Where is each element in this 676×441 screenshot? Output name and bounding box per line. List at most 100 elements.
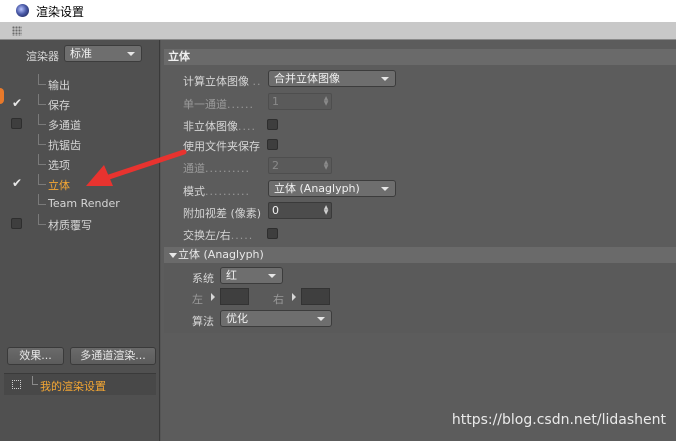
tree-branch-line: [38, 174, 46, 185]
tree-item-label: 保存: [48, 99, 70, 112]
renderer-value: 标准: [70, 47, 92, 60]
effects-button[interactable]: 效果...: [7, 347, 64, 365]
non-stereo-text: 非立体图像: [183, 120, 238, 133]
label-dots: ..........: [205, 185, 250, 198]
toolbar: [0, 22, 676, 40]
right-color-swatch[interactable]: [301, 288, 330, 305]
parallax-input[interactable]: 0 ▲ ▼: [268, 202, 332, 219]
sidebar: 渲染器 标准 输出 保存 多通道 抗锯齿 选项 立体: [0, 40, 160, 441]
render-preset-label: 我的渲染设置: [40, 380, 106, 393]
tree-item-label: 立体: [48, 179, 70, 192]
mode-label: 模式..........: [183, 183, 250, 199]
watermark: https://blog.csdn.net/lidashent: [451, 412, 666, 428]
tree-branch-line: [38, 114, 46, 125]
right-color-label: 右: [273, 293, 284, 306]
material-override-checkbox[interactable]: [11, 218, 22, 229]
non-stereo-checkbox[interactable]: [267, 119, 278, 130]
spinner-arrows-icon[interactable]: ▲ ▼: [323, 96, 329, 107]
calc-stereo-text: 计算立体图像: [183, 75, 249, 88]
tree-branch-line: [38, 134, 46, 145]
label-dots: ..: [252, 75, 262, 88]
annotation-arrow-shaft: [103, 149, 187, 181]
chevron-down-icon: [381, 77, 389, 81]
tree-branch-line: [38, 154, 46, 165]
calc-stereo-label: 计算立体图像 ..: [183, 73, 262, 89]
non-stereo-label: 非立体图像....: [183, 118, 256, 134]
parallax-value: 0: [272, 204, 279, 217]
tree-item-output[interactable]: 输出: [0, 74, 159, 94]
expand-arrow-icon[interactable]: [211, 293, 215, 301]
spinner-arrows-icon[interactable]: ▲ ▼: [323, 205, 329, 216]
use-folder-checkbox[interactable]: [267, 139, 278, 150]
cinema4d-logo-icon: [16, 4, 29, 17]
annotation-arrow-icon: [86, 149, 187, 186]
channels-input[interactable]: 2 ▲ ▼: [268, 157, 332, 174]
window-title: 渲染设置: [36, 5, 85, 19]
tree-item-label: 材质覆写: [48, 219, 92, 232]
method-label: 算法: [192, 315, 214, 328]
left-color-label: 左: [192, 293, 203, 306]
system-value: 红: [226, 269, 237, 282]
panel-title: 立体: [164, 49, 676, 65]
stereoscopic-checkbox[interactable]: [11, 176, 22, 190]
expand-arrow-icon[interactable]: [292, 293, 296, 301]
label-dots: ....: [238, 120, 256, 133]
title-bar: 渲染设置: [0, 0, 676, 22]
parallax-label: 附加视差 (像素): [183, 207, 262, 220]
swap-text: 交换左/右: [183, 229, 231, 242]
tree-item-label: 抗锯齿: [48, 139, 81, 152]
single-channel-text: 单一通道: [183, 98, 227, 111]
mode-value: 立体 (Anaglyph): [274, 182, 360, 195]
swap-checkbox[interactable]: [267, 228, 278, 239]
anaglyph-section-header[interactable]: 立体 (Anaglyph): [164, 247, 676, 263]
spinner-arrows-icon[interactable]: ▲ ▼: [323, 160, 329, 171]
calc-stereo-value: 合并立体图像: [274, 72, 340, 85]
grip-icon[interactable]: [12, 26, 22, 36]
tree-item-label: 多通道: [48, 119, 81, 132]
chevron-down-icon: [381, 187, 389, 191]
label-dots: .....: [230, 229, 254, 242]
single-channel-label: 单一通道......: [183, 96, 254, 112]
save-checkbox[interactable]: [11, 96, 22, 110]
mode-dropdown[interactable]: 立体 (Anaglyph): [268, 180, 396, 197]
single-channel-value: 1: [272, 95, 279, 108]
tree-item-material-override[interactable]: 材质覆写: [0, 214, 159, 234]
tree-item-team-render[interactable]: Team Render: [0, 194, 159, 214]
chevron-down-icon: [317, 317, 325, 321]
tree-item-label: 选项: [48, 159, 70, 172]
system-dropdown[interactable]: 红: [220, 267, 283, 284]
tree-branch-line: [38, 194, 46, 205]
tree-branch-line: [32, 376, 38, 385]
tree-item-label: 输出: [48, 79, 70, 92]
channels-value: 2: [272, 159, 279, 172]
label-dots: ......: [227, 98, 254, 111]
chevron-down-icon: [268, 274, 276, 278]
multipass-checkbox[interactable]: [11, 118, 22, 129]
anaglyph-section-title: 立体 (Anaglyph): [178, 248, 264, 261]
tree-branch-line: [38, 94, 46, 105]
chevron-down-icon: [127, 52, 135, 56]
tree-item-save[interactable]: 保存: [0, 94, 159, 114]
tree-branch-line: [38, 74, 46, 85]
method-value: 优化: [226, 312, 248, 325]
collapse-triangle-icon[interactable]: [169, 253, 177, 258]
calc-stereo-dropdown[interactable]: 合并立体图像: [268, 70, 396, 87]
render-preset-item[interactable]: 我的渲染设置: [4, 373, 156, 395]
left-color-swatch[interactable]: [220, 288, 249, 305]
tree-branch-line: [38, 214, 46, 225]
multipass-render-button[interactable]: 多通道渲染...: [70, 347, 156, 365]
expand-toggle-icon[interactable]: [12, 380, 21, 389]
label-dots: ..........: [205, 162, 250, 175]
swap-label: 交换左/右.....: [183, 227, 253, 243]
tree-item-label: Team Render: [48, 197, 120, 210]
method-dropdown[interactable]: 优化: [220, 310, 332, 327]
settings-panel: 立体 计算立体图像 .. 合并立体图像 单一通道...... 1 ▲ ▼ 非立体图…: [161, 40, 676, 441]
renderer-label: 渲染器: [26, 50, 59, 63]
single-channel-input[interactable]: 1 ▲ ▼: [268, 93, 332, 110]
use-folder-label: 使用文件夹保存: [183, 140, 260, 153]
channels-label: 通道..........: [183, 160, 250, 176]
system-label: 系统: [192, 272, 214, 285]
anaglyph-subpanel: 系统 红 左 右 算法 优化: [164, 263, 676, 333]
tree-item-multipass[interactable]: 多通道: [0, 114, 159, 134]
renderer-dropdown[interactable]: 标准: [64, 45, 142, 62]
